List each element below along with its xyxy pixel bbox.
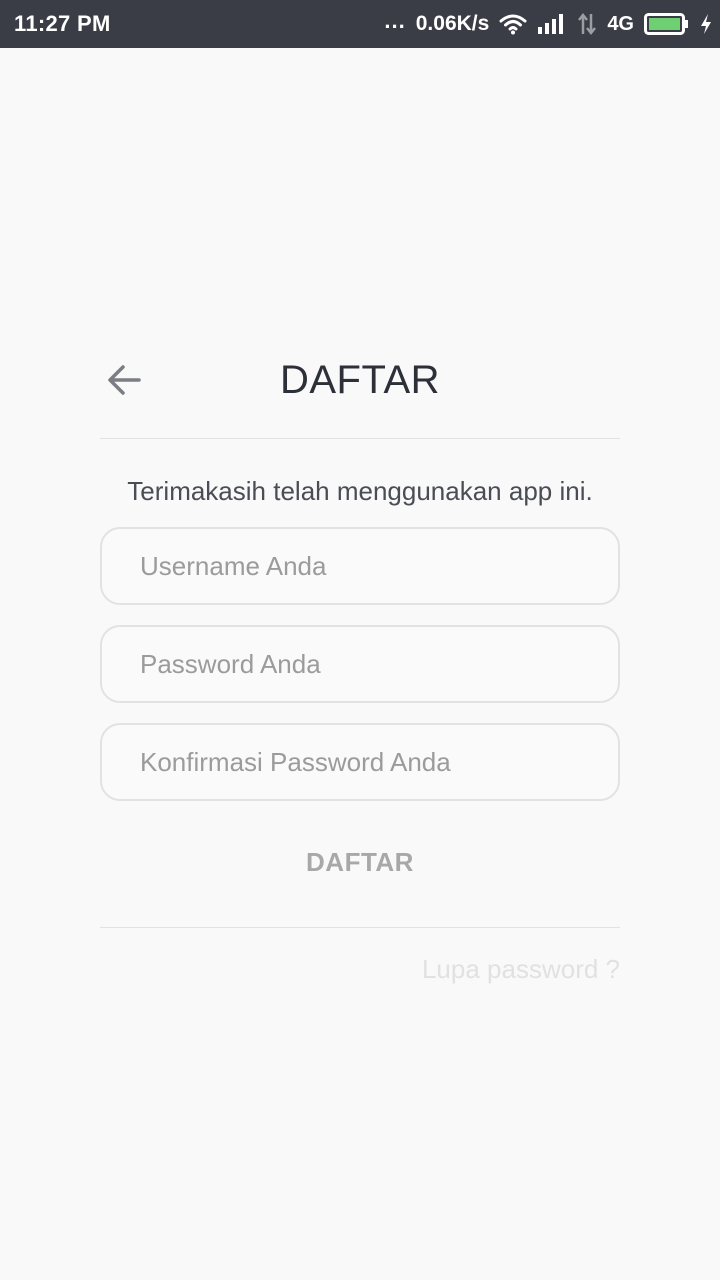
password-input[interactable] bbox=[102, 627, 618, 701]
header-divider bbox=[100, 438, 620, 439]
battery-icon bbox=[644, 13, 690, 35]
more-notifications-indicator: ... bbox=[384, 8, 406, 33]
wifi-icon bbox=[499, 13, 527, 35]
username-input[interactable] bbox=[102, 529, 618, 603]
status-indicators: ... 0.06K/s 4G bbox=[384, 0, 712, 48]
page-title: DAFTAR bbox=[279, 358, 441, 402]
welcome-text: Terimakasih telah menggunakan app ini. bbox=[127, 476, 593, 506]
network-speed: 0.06K/s bbox=[415, 12, 490, 35]
confirm-password-input[interactable] bbox=[102, 725, 618, 799]
charging-bolt-icon bbox=[700, 13, 712, 35]
username-field[interactable] bbox=[100, 527, 620, 605]
data-arrows-icon bbox=[577, 12, 597, 36]
status-time: 11:27 PM bbox=[14, 11, 111, 36]
network-type: 4G bbox=[607, 12, 634, 35]
forgot-password-link[interactable]: Lupa password ? bbox=[422, 954, 620, 985]
register-button[interactable]: DAFTAR bbox=[260, 838, 460, 884]
confirm-password-field[interactable] bbox=[100, 723, 620, 801]
signal-icon bbox=[537, 13, 567, 35]
password-field[interactable] bbox=[100, 625, 620, 703]
footer-divider bbox=[100, 927, 620, 928]
status-bar: 11:27 PM ... 0.06K/s 4G bbox=[0, 0, 720, 48]
